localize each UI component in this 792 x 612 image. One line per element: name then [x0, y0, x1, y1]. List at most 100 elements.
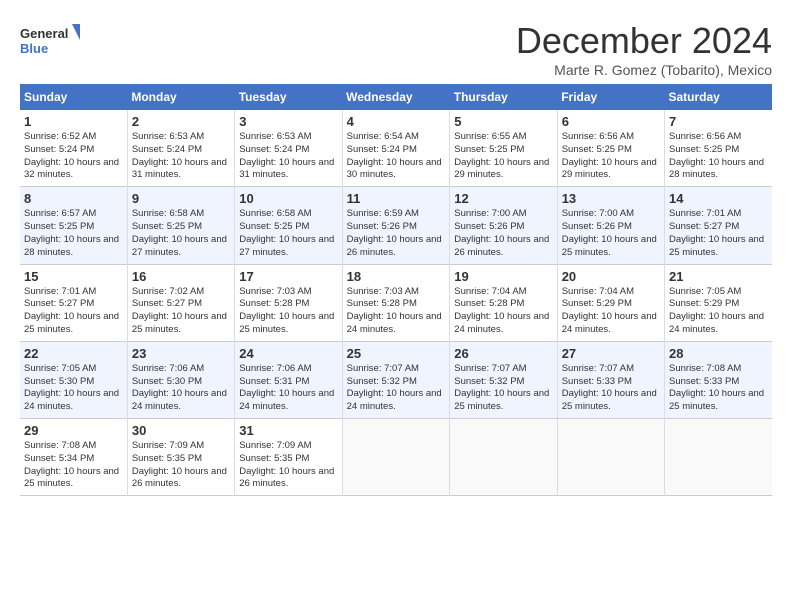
- day-number: 18: [347, 269, 446, 284]
- day-detail: Sunrise: 6:52 AMSunset: 5:24 PMDaylight:…: [24, 131, 119, 180]
- calendar-cell: 9 Sunrise: 6:58 AMSunset: 5:25 PMDayligh…: [127, 187, 234, 264]
- calendar-table: SundayMondayTuesdayWednesdayThursdayFrid…: [20, 84, 772, 496]
- day-number: 8: [24, 191, 123, 206]
- day-detail: Sunrise: 6:58 AMSunset: 5:25 PMDaylight:…: [239, 208, 334, 257]
- calendar-cell: 30 Sunrise: 7:09 AMSunset: 5:35 PMDaylig…: [127, 419, 234, 496]
- calendar-cell: 25 Sunrise: 7:07 AMSunset: 5:32 PMDaylig…: [342, 341, 450, 418]
- calendar-cell: 21 Sunrise: 7:05 AMSunset: 5:29 PMDaylig…: [665, 264, 773, 341]
- calendar-cell: 23 Sunrise: 7:06 AMSunset: 5:30 PMDaylig…: [127, 341, 234, 418]
- day-number: 31: [239, 423, 337, 438]
- day-detail: Sunrise: 7:06 AMSunset: 5:31 PMDaylight:…: [239, 363, 334, 412]
- weekday-header-tuesday: Tuesday: [235, 84, 342, 110]
- day-number: 19: [454, 269, 552, 284]
- calendar-cell: 13 Sunrise: 7:00 AMSunset: 5:26 PMDaylig…: [557, 187, 664, 264]
- day-number: 30: [132, 423, 230, 438]
- day-detail: Sunrise: 7:02 AMSunset: 5:27 PMDaylight:…: [132, 286, 227, 335]
- day-number: 22: [24, 346, 123, 361]
- day-number: 21: [669, 269, 768, 284]
- calendar-cell: 18 Sunrise: 7:03 AMSunset: 5:28 PMDaylig…: [342, 264, 450, 341]
- day-number: 9: [132, 191, 230, 206]
- day-number: 5: [454, 114, 552, 129]
- day-detail: Sunrise: 6:56 AMSunset: 5:25 PMDaylight:…: [669, 131, 764, 180]
- title-area: December 2024 Marte R. Gomez (Tobarito),…: [516, 20, 772, 78]
- day-detail: Sunrise: 7:00 AMSunset: 5:26 PMDaylight:…: [562, 208, 657, 257]
- calendar-cell: 28 Sunrise: 7:08 AMSunset: 5:33 PMDaylig…: [665, 341, 773, 418]
- calendar-cell: 16 Sunrise: 7:02 AMSunset: 5:27 PMDaylig…: [127, 264, 234, 341]
- calendar-cell: 22 Sunrise: 7:05 AMSunset: 5:30 PMDaylig…: [20, 341, 127, 418]
- day-number: 6: [562, 114, 660, 129]
- weekday-header-monday: Monday: [127, 84, 234, 110]
- day-number: 14: [669, 191, 768, 206]
- day-number: 2: [132, 114, 230, 129]
- calendar-cell: 6 Sunrise: 6:56 AMSunset: 5:25 PMDayligh…: [557, 110, 664, 187]
- calendar-week-row: 8 Sunrise: 6:57 AMSunset: 5:25 PMDayligh…: [20, 187, 772, 264]
- day-number: 23: [132, 346, 230, 361]
- day-detail: Sunrise: 7:05 AMSunset: 5:29 PMDaylight:…: [669, 286, 764, 335]
- weekday-header-saturday: Saturday: [665, 84, 773, 110]
- day-number: 25: [347, 346, 446, 361]
- calendar-cell: [557, 419, 664, 496]
- day-detail: Sunrise: 7:04 AMSunset: 5:29 PMDaylight:…: [562, 286, 657, 335]
- svg-text:General: General: [20, 26, 68, 41]
- calendar-cell: 15 Sunrise: 7:01 AMSunset: 5:27 PMDaylig…: [20, 264, 127, 341]
- day-number: 16: [132, 269, 230, 284]
- day-detail: Sunrise: 7:08 AMSunset: 5:33 PMDaylight:…: [669, 363, 764, 412]
- calendar-cell: 27 Sunrise: 7:07 AMSunset: 5:33 PMDaylig…: [557, 341, 664, 418]
- day-detail: Sunrise: 6:54 AMSunset: 5:24 PMDaylight:…: [347, 131, 442, 180]
- day-number: 15: [24, 269, 123, 284]
- day-detail: Sunrise: 7:07 AMSunset: 5:32 PMDaylight:…: [454, 363, 549, 412]
- calendar-cell: 17 Sunrise: 7:03 AMSunset: 5:28 PMDaylig…: [235, 264, 342, 341]
- logo: General Blue: [20, 20, 80, 64]
- calendar-cell: 3 Sunrise: 6:53 AMSunset: 5:24 PMDayligh…: [235, 110, 342, 187]
- calendar-cell: 19 Sunrise: 7:04 AMSunset: 5:28 PMDaylig…: [450, 264, 557, 341]
- day-detail: Sunrise: 7:04 AMSunset: 5:28 PMDaylight:…: [454, 286, 549, 335]
- svg-text:Blue: Blue: [20, 41, 48, 56]
- day-number: 1: [24, 114, 123, 129]
- page-header: General Blue December 2024 Marte R. Gome…: [20, 20, 772, 78]
- calendar-cell: 29 Sunrise: 7:08 AMSunset: 5:34 PMDaylig…: [20, 419, 127, 496]
- month-title: December 2024: [516, 20, 772, 62]
- day-number: 28: [669, 346, 768, 361]
- day-detail: Sunrise: 6:53 AMSunset: 5:24 PMDaylight:…: [239, 131, 334, 180]
- day-detail: Sunrise: 6:57 AMSunset: 5:25 PMDaylight:…: [24, 208, 119, 257]
- calendar-cell: 31 Sunrise: 7:09 AMSunset: 5:35 PMDaylig…: [235, 419, 342, 496]
- calendar-cell: 12 Sunrise: 7:00 AMSunset: 5:26 PMDaylig…: [450, 187, 557, 264]
- calendar-week-row: 15 Sunrise: 7:01 AMSunset: 5:27 PMDaylig…: [20, 264, 772, 341]
- day-detail: Sunrise: 7:09 AMSunset: 5:35 PMDaylight:…: [239, 440, 334, 489]
- day-detail: Sunrise: 6:56 AMSunset: 5:25 PMDaylight:…: [562, 131, 657, 180]
- day-detail: Sunrise: 7:03 AMSunset: 5:28 PMDaylight:…: [347, 286, 442, 335]
- day-detail: Sunrise: 7:08 AMSunset: 5:34 PMDaylight:…: [24, 440, 119, 489]
- calendar-cell: 8 Sunrise: 6:57 AMSunset: 5:25 PMDayligh…: [20, 187, 127, 264]
- calendar-cell: [665, 419, 773, 496]
- day-number: 10: [239, 191, 337, 206]
- day-detail: Sunrise: 6:53 AMSunset: 5:24 PMDaylight:…: [132, 131, 227, 180]
- day-number: 7: [669, 114, 768, 129]
- calendar-cell: 11 Sunrise: 6:59 AMSunset: 5:26 PMDaylig…: [342, 187, 450, 264]
- day-number: 27: [562, 346, 660, 361]
- calendar-cell: [450, 419, 557, 496]
- day-number: 12: [454, 191, 552, 206]
- day-number: 11: [347, 191, 446, 206]
- day-number: 29: [24, 423, 123, 438]
- day-number: 26: [454, 346, 552, 361]
- calendar-cell: 5 Sunrise: 6:55 AMSunset: 5:25 PMDayligh…: [450, 110, 557, 187]
- calendar-cell: 24 Sunrise: 7:06 AMSunset: 5:31 PMDaylig…: [235, 341, 342, 418]
- weekday-header-wednesday: Wednesday: [342, 84, 450, 110]
- day-number: 13: [562, 191, 660, 206]
- calendar-cell: 26 Sunrise: 7:07 AMSunset: 5:32 PMDaylig…: [450, 341, 557, 418]
- weekday-header-row: SundayMondayTuesdayWednesdayThursdayFrid…: [20, 84, 772, 110]
- day-detail: Sunrise: 7:07 AMSunset: 5:33 PMDaylight:…: [562, 363, 657, 412]
- location-subtitle: Marte R. Gomez (Tobarito), Mexico: [516, 62, 772, 78]
- day-detail: Sunrise: 7:09 AMSunset: 5:35 PMDaylight:…: [132, 440, 227, 489]
- day-detail: Sunrise: 7:05 AMSunset: 5:30 PMDaylight:…: [24, 363, 119, 412]
- day-detail: Sunrise: 6:58 AMSunset: 5:25 PMDaylight:…: [132, 208, 227, 257]
- calendar-week-row: 29 Sunrise: 7:08 AMSunset: 5:34 PMDaylig…: [20, 419, 772, 496]
- day-number: 4: [347, 114, 446, 129]
- weekday-header-sunday: Sunday: [20, 84, 127, 110]
- weekday-header-friday: Friday: [557, 84, 664, 110]
- calendar-cell: 2 Sunrise: 6:53 AMSunset: 5:24 PMDayligh…: [127, 110, 234, 187]
- calendar-cell: 4 Sunrise: 6:54 AMSunset: 5:24 PMDayligh…: [342, 110, 450, 187]
- calendar-cell: 1 Sunrise: 6:52 AMSunset: 5:24 PMDayligh…: [20, 110, 127, 187]
- calendar-cell: 7 Sunrise: 6:56 AMSunset: 5:25 PMDayligh…: [665, 110, 773, 187]
- day-detail: Sunrise: 7:03 AMSunset: 5:28 PMDaylight:…: [239, 286, 334, 335]
